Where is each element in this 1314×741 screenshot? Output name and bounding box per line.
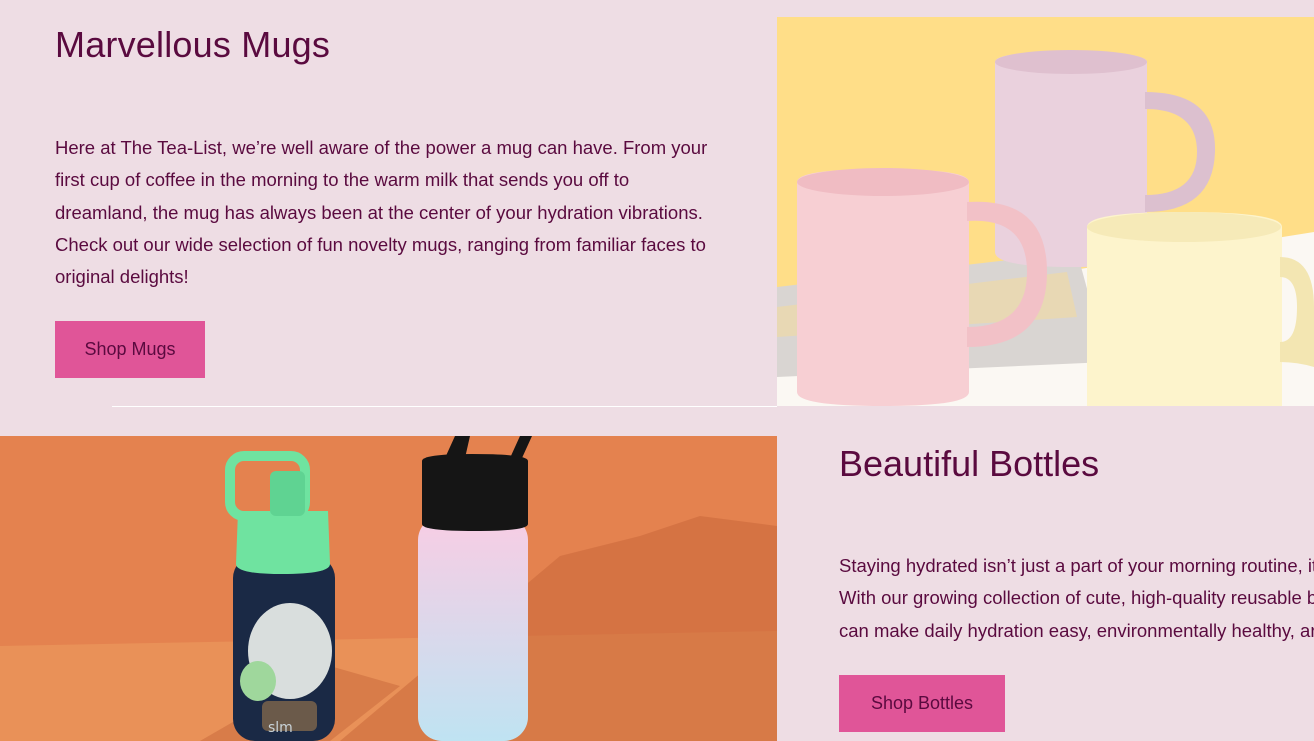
bottles-description-line-1: Staying hydrated isn’t just a part of yo… [839,555,1314,576]
shop-mugs-button[interactable]: Shop Mugs [55,321,205,378]
bottles-description-line-3: can make daily hydration easy, environme… [839,619,1314,641]
bottles-image: slm [0,436,777,741]
mugs-image [777,17,1314,406]
bottles-heading: Beautiful Bottles [839,443,1100,484]
bottles-description-line-2: With our growing collection of cute, hig… [839,587,1314,609]
bottle-brand-mark: slm [268,720,293,736]
section-divider [112,406,777,407]
shop-bottles-button[interactable]: Shop Bottles [839,675,1005,732]
mugs-description: Here at The Tea-List, we’re well aware o… [55,137,708,288]
mugs-heading: Marvellous Mugs [55,24,331,65]
bottles-description: Staying hydrated isn’t just a part of yo… [839,550,1314,647]
page: Marvellous Mugs Here at The Tea-List, we… [0,0,1314,741]
